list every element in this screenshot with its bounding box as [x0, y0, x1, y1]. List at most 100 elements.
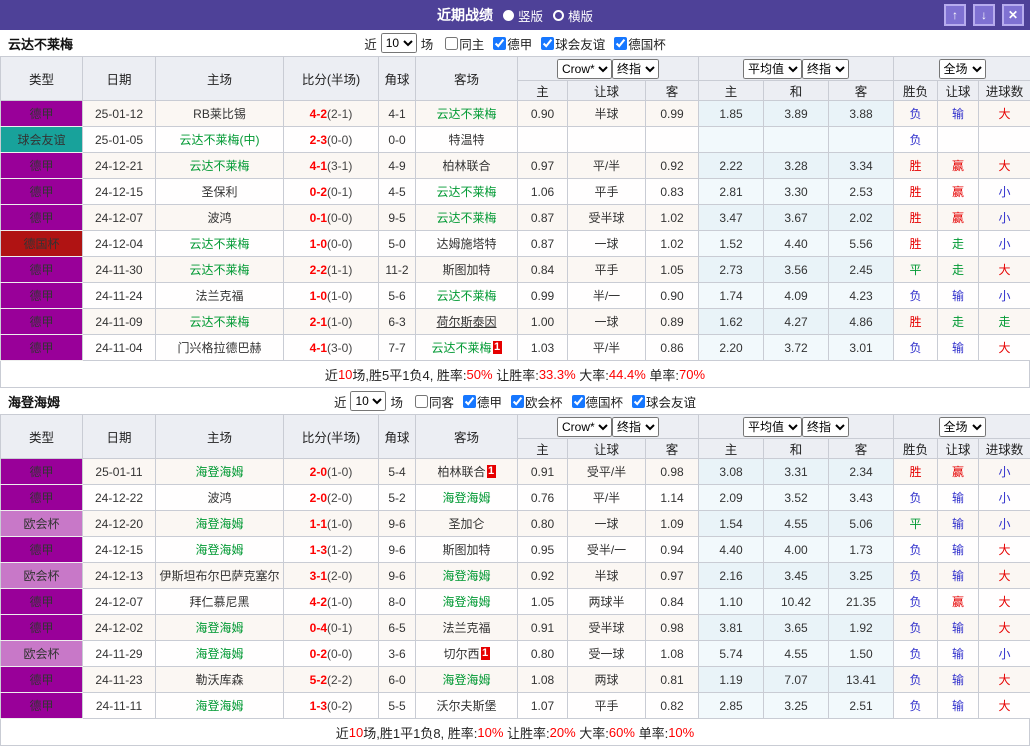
avg-home-odds: 2.22 — [699, 153, 764, 179]
away-team-cell: 特温特 — [416, 127, 518, 153]
final-odds-select-2[interactable]: 终指 — [802, 417, 849, 437]
competition-filter[interactable]: 德甲 — [456, 392, 502, 411]
same-venue-checkbox[interactable] — [445, 37, 458, 50]
result-goals: 大 — [979, 335, 1030, 361]
result-goals-value: 小 — [999, 211, 1011, 225]
competition-checkbox[interactable] — [632, 395, 645, 408]
same-venue-label: 同客 — [429, 392, 454, 411]
score-cell: 0-4(0-1) — [284, 615, 379, 641]
handicap-line: 两球半 — [568, 589, 646, 615]
full-match-select[interactable]: 全场 — [939, 417, 986, 437]
competition-checkbox[interactable] — [541, 37, 554, 50]
subcol-5: 客 — [829, 439, 894, 459]
same-venue-filter[interactable]: 同主 — [435, 34, 484, 53]
competition-type: 德甲 — [1, 153, 83, 179]
away-team-cell: 斯图加特 — [416, 537, 518, 563]
competition-checkbox[interactable] — [493, 37, 506, 50]
header-group: 平均值终指 — [699, 415, 894, 439]
avg-home-odds: 1.19 — [699, 667, 764, 693]
result-win-draw-loss-value: 负 — [910, 595, 922, 609]
matches-count-select[interactable]: 10 — [350, 391, 386, 411]
result-win-draw-loss: 胜 — [894, 205, 938, 231]
competition-checkbox[interactable] — [511, 395, 524, 408]
result-handicap: 输 — [938, 667, 979, 693]
away-team-cell: 柏林联合 — [416, 153, 518, 179]
full-match-select[interactable]: 全场 — [939, 59, 986, 79]
summary-part: 近 — [336, 723, 349, 742]
match-row: 德甲24-12-22波鸿2-0(2-0)5-2海登海姆0.76平/半1.142.… — [1, 485, 1030, 511]
competition-type: 德甲 — [1, 257, 83, 283]
competition-filter[interactable]: 球会友谊 — [534, 34, 605, 53]
avg-away-odds: 1.73 — [829, 537, 894, 563]
avg-draw-odds: 3.89 — [764, 101, 829, 127]
score-cell: 2-3(0-0) — [284, 127, 379, 153]
avg-home-odds: 2.85 — [699, 693, 764, 719]
average-odds-select[interactable]: 平均值 — [743, 417, 802, 437]
halftime-score: (0-0) — [327, 133, 352, 147]
competition-checkbox[interactable] — [463, 395, 476, 408]
final-odds-select-2[interactable]: 终指 — [802, 59, 849, 79]
close-button[interactable]: ✕ — [1002, 4, 1024, 26]
odds-source-select[interactable]: Crow* — [557, 59, 612, 79]
result-goals: 小 — [979, 179, 1030, 205]
final-odds-select[interactable]: 终指 — [612, 59, 659, 79]
away-team-name: 沃尔夫斯堡 — [436, 699, 496, 713]
result-handicap-value: 输 — [952, 107, 964, 121]
away-team-name: 海登海姆 — [442, 595, 490, 609]
col-away: 客场 — [416, 57, 518, 101]
average-odds-select[interactable]: 平均值 — [743, 59, 802, 79]
same-venue-filter[interactable]: 同客 — [405, 392, 454, 411]
titlebar-center: 近期战绩 竖版 横版 — [0, 5, 1030, 25]
scroll-up-button[interactable]: ↑ — [944, 4, 966, 26]
odds-home: 0.97 — [518, 153, 568, 179]
layout-horizontal-radio[interactable]: 横版 — [553, 6, 593, 25]
match-row: 德国杯24-12-04云达不莱梅1-0(0-0)5-0达姆施塔特0.87一球1.… — [1, 231, 1030, 257]
odds-home: 0.91 — [518, 615, 568, 641]
competition-filter[interactable]: 德甲 — [486, 34, 532, 53]
halftime-score: (2-0) — [327, 569, 352, 583]
col-away: 客场 — [416, 415, 518, 459]
scroll-down-button[interactable]: ↓ — [973, 4, 995, 26]
summary-part: 让胜率: — [503, 723, 549, 742]
home-team-cell: 海登海姆 — [156, 459, 284, 485]
avg-draw-odds — [764, 127, 829, 153]
result-handicap-value: 走 — [952, 315, 964, 329]
team-name: 云达不莱梅 — [8, 34, 73, 53]
away-team-name: 海登海姆 — [442, 491, 490, 505]
home-team-name: RB莱比锡 — [193, 107, 246, 121]
final-odds-select[interactable]: 终指 — [612, 417, 659, 437]
same-venue-checkbox[interactable] — [415, 395, 428, 408]
matches-count-select[interactable]: 10 — [381, 33, 417, 53]
competition-filter[interactable]: 德国杯 — [607, 34, 666, 53]
layout-vertical-radio[interactable]: 竖版 — [503, 6, 543, 25]
home-team-cell: 云达不莱梅 — [156, 309, 284, 335]
odds-home: 0.95 — [518, 537, 568, 563]
competition-checkbox[interactable] — [572, 395, 585, 408]
odds-source-select[interactable]: Crow* — [557, 417, 612, 437]
competition-checkbox[interactable] — [614, 37, 627, 50]
odds-home: 0.87 — [518, 231, 568, 257]
result-goals-value: 大 — [999, 543, 1011, 557]
away-team-name: 达姆施塔特 — [436, 237, 496, 251]
halftime-score: (0-2) — [327, 699, 352, 713]
result-goals — [979, 127, 1030, 153]
header-group: 全场 — [894, 415, 1030, 439]
home-team-cell: 波鸿 — [156, 205, 284, 231]
header-group: 平均值终指 — [699, 57, 894, 81]
halftime-score: (1-0) — [327, 289, 352, 303]
avg-home-odds: 3.81 — [699, 615, 764, 641]
match-date: 24-12-13 — [83, 563, 156, 589]
header-row-groups: 类型日期主场比分(半场)角球客场Crow*终指平均值终指全场 — [1, 415, 1030, 439]
score-cell: 4-2(2-1) — [284, 101, 379, 127]
competition-filter[interactable]: 球会友谊 — [625, 392, 696, 411]
competition-filter[interactable]: 欧会杯 — [504, 392, 563, 411]
competition-filter[interactable]: 德国杯 — [565, 392, 624, 411]
team-controls-row: 云达不莱梅近10场同主德甲球会友谊德国杯 — [0, 30, 1030, 56]
match-row: 德甲24-12-02海登海姆0-4(0-1)6-5法兰克福0.91受半球0.98… — [1, 615, 1030, 641]
away-team-cell: 云达不莱梅 — [416, 205, 518, 231]
corners-cell: 4-1 — [379, 101, 416, 127]
score-cell: 2-1(1-0) — [284, 309, 379, 335]
near-label: 近 — [334, 392, 347, 411]
match-row: 德甲24-12-15圣保利0-2(0-1)4-5云达不莱梅1.06平手0.832… — [1, 179, 1030, 205]
result-win-draw-loss-value: 负 — [910, 647, 922, 661]
